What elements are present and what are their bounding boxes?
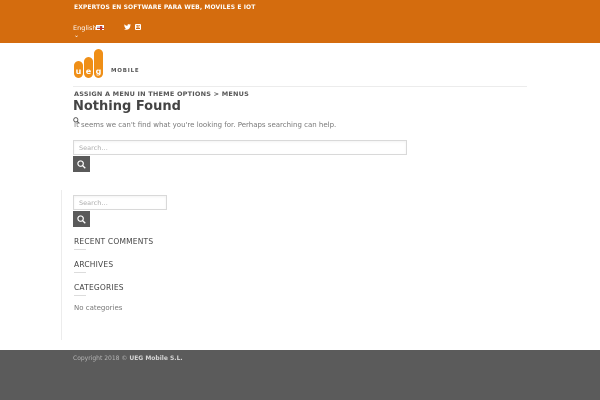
widget-divider [74, 272, 86, 273]
widget-divider [74, 295, 86, 296]
main-search-input[interactable] [73, 140, 407, 155]
page-title: Nothing Found [73, 99, 181, 114]
site-tagline: EXPERTOS EN SOFTWARE PARA WEB, MOVILES E… [74, 4, 256, 11]
menu-hint[interactable]: ASSIGN A MENU IN THEME OPTIONS > MENUS [74, 90, 249, 98]
linkedin-icon[interactable]: in [135, 24, 141, 30]
svg-text:e: e [86, 67, 92, 76]
footer-copyright: Copyright 2018 © UEG Mobile S.L. [73, 355, 183, 362]
sidebar-search-input[interactable] [73, 195, 167, 210]
language-switcher[interactable]: English [73, 24, 96, 32]
logo-wordmark[interactable]: MOBILE [111, 68, 139, 74]
header-divider [73, 86, 527, 87]
sidebar-divider [61, 190, 62, 340]
widget-title-categories: CATEGORIES [74, 283, 124, 292]
company-name[interactable]: UEG Mobile S.L. [129, 355, 182, 362]
widget-divider [74, 249, 86, 250]
categories-empty-text: No categories [74, 304, 123, 312]
ueg-logo-mark: u e g [74, 49, 103, 78]
chevron-down-icon[interactable]: ⌄ [74, 33, 79, 39]
widget-title-recent-comments: RECENT COMMENTS [74, 237, 154, 246]
search-icon [77, 214, 86, 224]
top-bar: EXPERTOS EN SOFTWARE PARA WEB, MOVILES E… [0, 0, 600, 43]
search-icon [77, 159, 86, 169]
not-found-message: It seems we can't find what you're looki… [74, 121, 337, 129]
site-footer: Copyright 2018 © UEG Mobile S.L. [0, 350, 600, 400]
widget-title-archives: ARCHIVES [74, 260, 114, 269]
main-search-button[interactable] [73, 156, 90, 172]
uk-flag-icon[interactable] [96, 25, 104, 30]
copyright-prefix: Copyright 2018 © [73, 355, 128, 362]
svg-text:u: u [76, 67, 82, 76]
sidebar-search-button[interactable] [73, 211, 90, 227]
svg-text:g: g [96, 67, 102, 76]
twitter-icon[interactable] [124, 24, 131, 32]
